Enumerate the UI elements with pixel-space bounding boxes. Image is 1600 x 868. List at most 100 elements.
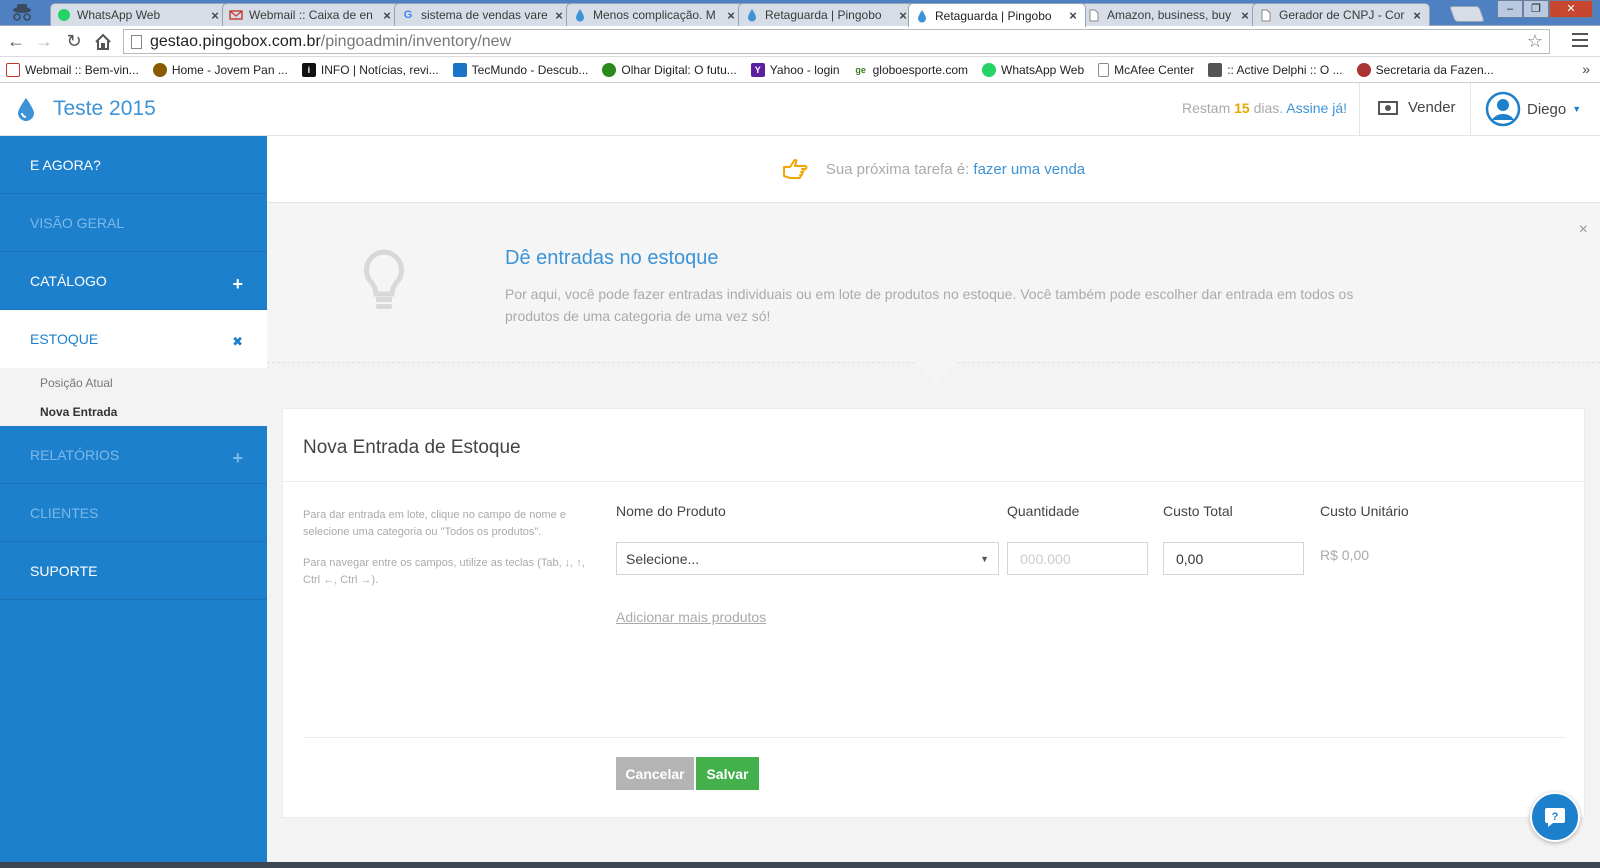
browser-tab[interactable]: Retaguarda | Pingobo × [738,3,916,26]
bookmark-item[interactable]: Y Yahoo - login [750,62,840,77]
browser-tab-active[interactable]: Retaguarda | Pingobo × [908,3,1086,27]
drop-icon [745,8,759,22]
bookmark-star-icon[interactable]: ☆ [1527,31,1543,52]
reload-icon[interactable]: ↻ [62,30,86,54]
bookmark-item[interactable]: WhatsApp Web [982,62,1084,77]
subscribe-link[interactable]: Assine já! [1286,100,1347,116]
chrome-menu-icon[interactable] [1572,33,1588,51]
page-icon [131,35,142,49]
sidebar-item-suporte[interactable]: SUPORTE [0,542,267,600]
save-button[interactable]: Salvar [696,757,759,790]
product-name-label: Nome do Produto [616,503,726,519]
browser-tab[interactable]: G sistema de vendas vare × [394,3,572,26]
bookmark-label: Webmail :: Bem-vin... [25,62,139,77]
sell-button[interactable]: Vender [1378,99,1456,116]
yahoo-icon: Y [750,62,765,77]
browser-tab[interactable]: Webmail :: Caixa de en × [222,3,400,26]
cancel-button[interactable]: Cancelar [616,757,694,790]
unit-cost-value: R$ 0,00 [1320,547,1370,563]
bookmark-item[interactable]: TecMundo - Descub... [452,62,588,77]
browser-tab[interactable]: Amazon, business, buy × [1080,3,1258,26]
page-icon [1259,8,1273,22]
sidebar-item-visao-geral[interactable]: VISÃO GERAL [0,194,267,252]
user-name: Diego [1527,100,1567,118]
bookmark-item[interactable]: Secretaria da Fazen... [1356,62,1494,77]
tab-close-icon[interactable]: × [725,8,737,23]
forward-arrow-icon[interactable]: → [32,30,56,54]
bookmark-item[interactable]: Webmail :: Bem-vin... [6,62,139,77]
next-task-link[interactable]: fazer uma venda [973,161,1085,178]
sidebar-item-catalogo[interactable]: CATÁLOGO + [0,252,267,310]
quantity-input[interactable]: 000.000 [1007,542,1148,575]
sidebar-item-label: E AGORA? [30,156,101,173]
url-host: gestao.pingobox.com.br [150,32,321,50]
tab-close-icon[interactable]: × [1067,8,1079,23]
stock-entry-form: Nova Entrada de Estoque Para dar entrada… [282,408,1586,818]
tab-title: WhatsApp Web [77,8,161,22]
sidebar-item-estoque[interactable]: ESTOQUE ✖ [0,310,267,368]
sidebar-item-e-agora[interactable]: E AGORA? [0,136,267,194]
sidebar-item-label: SUPORTE [30,562,98,579]
bookmark-item[interactable]: :: Active Delphi :: O ... [1208,62,1343,77]
tab-close-icon[interactable]: × [209,8,221,23]
bookmarks-more-button[interactable]: » [1582,61,1590,77]
bookmarks-bar: Webmail :: Bem-vin... Home - Jovem Pan .… [0,57,1600,83]
olhar-digital-icon [602,62,617,77]
browser-tab[interactable]: Menos complicação. M × [566,3,744,26]
browser-tab[interactable]: Gerador de CNPJ - Cor × [1252,3,1430,26]
sidebar-item-clientes[interactable]: CLIENTES [0,484,267,542]
quantity-label: Quantidade [1007,503,1080,519]
new-tab-button[interactable] [1449,6,1485,22]
bookmark-item[interactable]: McAfee Center [1098,62,1194,77]
bookmark-item[interactable]: ge globoesporte.com [853,62,968,77]
bookmark-item[interactable]: Home - Jovem Pan ... [152,62,288,77]
sidebar-item-relatorios[interactable]: RELATÓRIOS + [0,426,267,484]
user-menu[interactable]: Diego ▼ [1485,91,1581,127]
window-close-icon[interactable]: ✕ [1549,0,1593,18]
close-icon[interactable]: × [1579,221,1588,239]
sidebar-subitem-nova-entrada[interactable]: Nova Entrada [0,397,267,426]
tab-close-icon[interactable]: × [381,8,393,23]
tab-title: Retaguarda | Pingobo [765,8,882,22]
cash-icon [1378,100,1398,115]
expand-plus-icon[interactable]: + [232,274,243,295]
total-cost-input[interactable]: 0,00 [1163,542,1304,575]
app-header: Teste 2015 Restam 15 dias. Assine já! Ve… [0,83,1600,136]
tab-close-icon[interactable]: × [1239,8,1251,23]
info-description: Por aqui, você pode fazer entradas indiv… [505,286,1354,324]
expand-plus-icon[interactable]: + [232,448,243,469]
form-title: Nova Entrada de Estoque [303,437,521,458]
chat-help-icon: ? [1545,808,1565,827]
tab-close-icon[interactable]: × [553,8,565,23]
browser-tab[interactable]: WhatsApp Web × [50,3,228,26]
delphi-icon [1208,62,1223,77]
home-icon[interactable] [91,30,115,54]
bookmark-label: Secretaria da Fazen... [1375,62,1494,77]
bookmark-item[interactable]: Olhar Digital: O futu... [602,62,737,77]
sidebar-submenu-estoque: Posição Atual Nova Entrada [0,368,267,426]
sidebar-item-label: CATÁLOGO [30,272,107,289]
company-title[interactable]: Teste 2015 [53,97,156,121]
window-controls: – ❐ ✕ [1497,0,1593,18]
collapse-x-icon[interactable]: ✖ [232,334,243,350]
header-divider [1470,83,1471,136]
incognito-icon [13,4,31,21]
help-chat-button[interactable]: ? [1530,792,1580,842]
tab-close-icon[interactable]: × [1411,8,1423,23]
pingobox-drop-logo-icon[interactable] [16,97,36,121]
info-title: Dê entradas no estoque [505,247,719,269]
svg-text:?: ? [1552,811,1559,823]
url-path: /pingoadmin/inventory/new [320,32,512,50]
minimize-icon[interactable]: – [1497,0,1523,18]
bookmark-item[interactable]: i INFO | Notícias, revi... [301,62,439,77]
mail-icon [229,8,243,22]
address-bar[interactable]: gestao.pingobox.com.br/pingoadmin/invent… [123,29,1550,54]
total-cost-label: Custo Total [1163,503,1233,519]
product-select[interactable]: Selecione... ▼ [616,542,999,575]
maximize-icon[interactable]: ❐ [1523,0,1549,18]
sidebar-item-label: VISÃO GERAL [30,214,125,231]
add-more-products-link[interactable]: Adicionar mais produtos [616,609,766,625]
back-arrow-icon[interactable]: ← [4,30,28,54]
sidebar: E AGORA? VISÃO GERAL CATÁLOGO + ESTOQUE … [0,136,267,868]
sidebar-subitem-posicao-atual[interactable]: Posição Atual [0,368,267,397]
